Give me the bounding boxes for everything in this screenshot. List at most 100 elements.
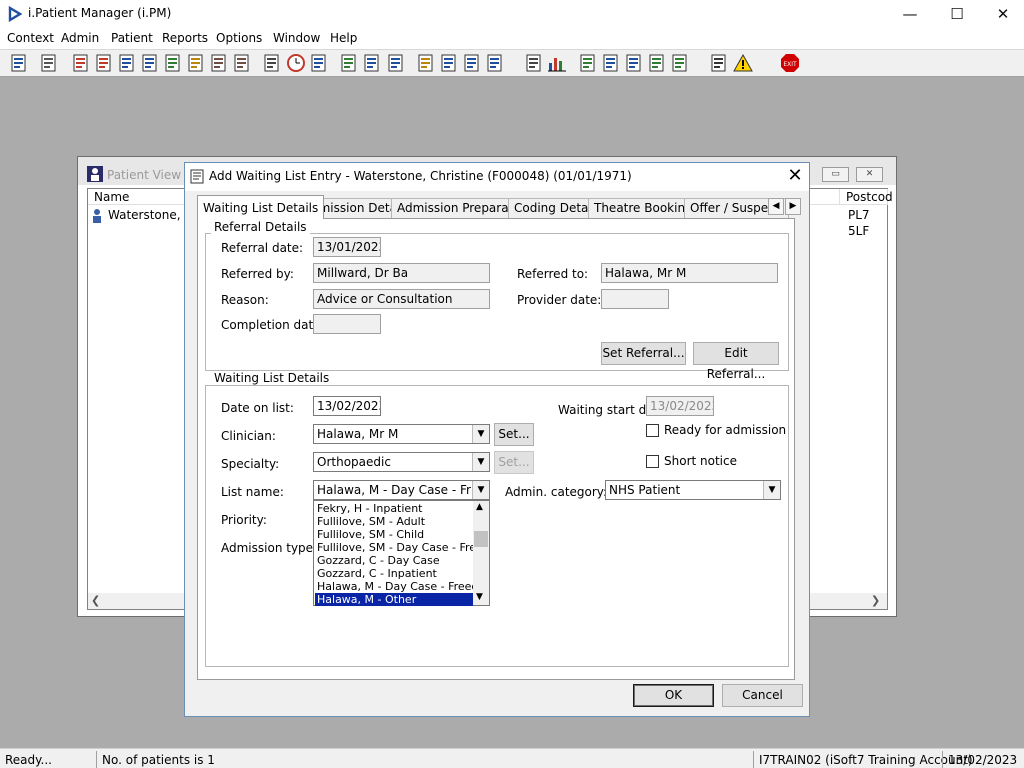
referred-to-label: Referred to: (517, 267, 589, 281)
admin-category-value: NHS Patient (609, 483, 681, 497)
menu-patient[interactable]: Patient (111, 31, 153, 45)
reason-label: Reason: (221, 293, 269, 307)
page-icon[interactable] (524, 53, 544, 73)
menu-options[interactable]: Options (216, 31, 262, 45)
dropdown-item[interactable]: Halawa, M - Other (314, 592, 474, 607)
edit-book-icon[interactable] (94, 53, 114, 73)
chevron-down-icon[interactable]: ▼ (472, 425, 489, 443)
edit-referral-button[interactable]: Edit Referral... (693, 342, 779, 381)
minimize-button[interactable]: — (887, 4, 933, 26)
transfer-icon[interactable] (462, 53, 482, 73)
dropdown-item[interactable]: Fullilove, SM - Adult (315, 515, 473, 528)
waiting-icon[interactable] (624, 53, 644, 73)
waiting-icon[interactable] (670, 53, 690, 73)
menu-context[interactable]: Context (7, 31, 54, 45)
dropdown-item[interactable]: Halawa, M - Day Case - Freedom (315, 580, 473, 593)
column-header-postcode[interactable]: Postcod (840, 189, 893, 205)
toolbar: EXIT (0, 49, 1024, 77)
menu-reports[interactable]: Reports (162, 31, 208, 45)
dropdown-item[interactable]: Gozzard, C - Inpatient (315, 567, 473, 580)
list-name-label: List name: (221, 485, 284, 499)
admin-category-combo[interactable]: NHS Patient ▼ (605, 480, 781, 500)
tab-scroll-right-button[interactable]: ▶ (785, 198, 801, 215)
tab-waiting-list-details[interactable]: Waiting List Details (197, 195, 325, 219)
exit-icon[interactable]: EXIT (780, 53, 800, 73)
patient-view-restore-button[interactable]: ▭ (822, 167, 849, 182)
swap-icon[interactable] (709, 53, 729, 73)
bed-icon[interactable] (209, 53, 229, 73)
scroll-right-icon[interactable]: ❯ (871, 594, 880, 607)
dialog-titlebar: Add Waiting List Entry - Waterstone, Chr… (185, 163, 809, 191)
status-bar: Ready... No. of patients is 1 I7TRAIN02 … (0, 748, 1024, 768)
printer-icon[interactable] (39, 53, 59, 73)
date-on-list-field[interactable]: 13/02/2023 (313, 396, 381, 416)
provider-date-label: Provider date: (517, 293, 602, 307)
list-icon[interactable] (416, 53, 436, 73)
person-icon[interactable] (163, 53, 183, 73)
ok-button[interactable]: OK (633, 684, 714, 707)
app-title: i.Patient Manager (i.PM) (28, 6, 172, 20)
bed-icon[interactable] (232, 53, 252, 73)
clock-doc-icon[interactable] (386, 53, 406, 73)
waiting-list-details-label: Waiting List Details (211, 371, 333, 385)
notes-icon[interactable] (186, 53, 206, 73)
waiting-icon[interactable] (647, 53, 667, 73)
clock-icon[interactable] (286, 53, 306, 73)
dropdown-item[interactable]: Gozzard, C - Day Case (315, 554, 473, 567)
patient-row-postcode[interactable]: PL7 5LF (848, 207, 887, 239)
waiting-icon[interactable] (601, 53, 621, 73)
menu-window[interactable]: Window (273, 31, 320, 45)
status-account: I7TRAIN02 (iSoft7 Training Account) (753, 751, 973, 768)
globe-icon[interactable] (578, 53, 598, 73)
admission-type-label: Admission type: (221, 541, 318, 555)
close-window-button[interactable]: ✕ (980, 4, 1024, 26)
app-logo-icon (8, 6, 22, 22)
specialty-combo[interactable]: Orthopaedic ▼ (313, 452, 490, 472)
chevron-down-icon[interactable]: ▼ (763, 481, 780, 499)
book-icon[interactable] (71, 53, 91, 73)
card-icon[interactable] (362, 53, 382, 73)
date-on-list-label: Date on list: (221, 401, 294, 415)
chart-icon[interactable] (547, 53, 567, 73)
menu-admin[interactable]: Admin (61, 31, 99, 45)
scroll-up-icon[interactable]: ▲ (476, 502, 483, 512)
clinician-set-button[interactable]: Set... (494, 423, 534, 446)
dropdown-item[interactable]: Fekry, H - Inpatient (315, 502, 473, 515)
patient-icon[interactable] (9, 53, 29, 73)
chevron-down-icon[interactable]: ▼ (472, 481, 489, 499)
scroll-left-icon[interactable]: ❮ (91, 594, 100, 607)
monitor-icon[interactable] (309, 53, 329, 73)
scroll-down-icon[interactable]: ▼ (476, 592, 483, 602)
dialog-close-button[interactable]: ✕ (783, 165, 807, 189)
warning-icon[interactable] (733, 53, 753, 73)
list-name-value: Halawa, M - Day Case - Freedom (317, 483, 471, 497)
menu-help[interactable]: Help (330, 31, 357, 45)
patient-view-title: Patient View : (107, 168, 189, 182)
referred-by-label: Referred by: (221, 267, 294, 281)
provider-date-field (601, 289, 669, 309)
dropdown-scrollbar[interactable]: ▲ ▼ (473, 501, 489, 605)
maximize-button[interactable]: ☐ (934, 4, 980, 26)
card-icon[interactable] (339, 53, 359, 73)
transfer-icon[interactable] (485, 53, 505, 73)
chevron-down-icon[interactable]: ▼ (472, 453, 489, 471)
ready-for-admission-checkbox[interactable] (646, 424, 659, 437)
check-icon[interactable] (439, 53, 459, 73)
search-doc-icon[interactable] (262, 53, 282, 73)
dropdown-scroll-thumb[interactable] (474, 531, 488, 547)
dropdown-item[interactable]: Fullilove, SM - Child (315, 528, 473, 541)
document-icon[interactable] (117, 53, 137, 73)
clinician-combo[interactable]: Halawa, Mr M ▼ (313, 424, 490, 444)
dropdown-item[interactable]: Fullilove, SM - Day Case - Freedom (315, 541, 473, 554)
list-name-combo[interactable]: Halawa, M - Day Case - Freedom ▼ (313, 480, 490, 500)
tab-scroll-left-button[interactable]: ◀ (768, 198, 784, 215)
menu-bar: Context Admin Patient Reports Options Wi… (0, 29, 1024, 49)
list-name-dropdown[interactable]: Halawa, M - Other Halawa, M - Day Case - … (313, 500, 490, 607)
ready-for-admission-label: Ready for admission (664, 423, 787, 437)
admin-category-label: Admin. category: (505, 485, 608, 499)
set-referral-button[interactable]: Set Referral... (601, 342, 686, 365)
patient-view-close-button[interactable]: ✕ (856, 167, 883, 182)
short-notice-checkbox[interactable] (646, 455, 659, 468)
m-icon[interactable] (140, 53, 160, 73)
cancel-button[interactable]: Cancel (722, 684, 803, 707)
